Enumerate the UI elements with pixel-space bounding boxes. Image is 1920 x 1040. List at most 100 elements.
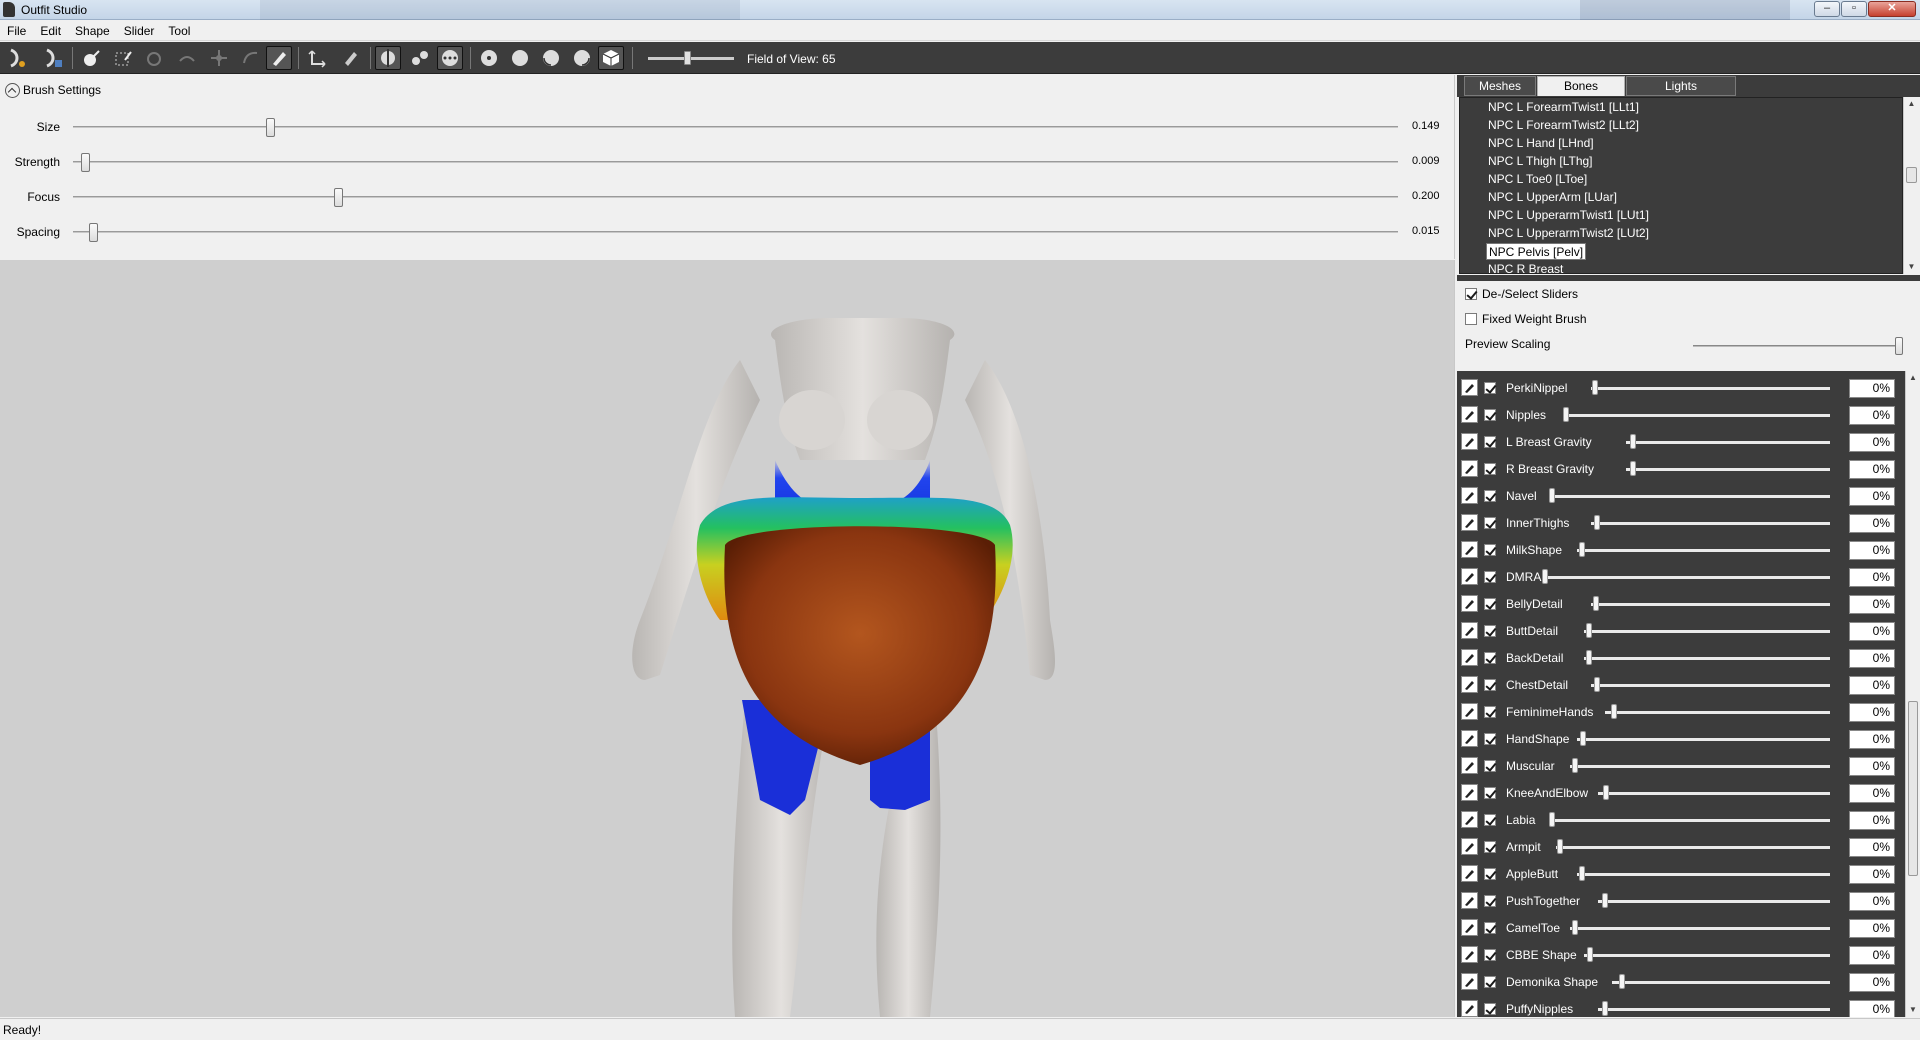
slider-track[interactable] [1577, 873, 1830, 876]
collapse-icon[interactable] [5, 82, 20, 98]
slider-track[interactable] [1612, 981, 1830, 984]
slider-value-field[interactable]: 0% [1849, 784, 1895, 803]
slider-track[interactable] [1591, 603, 1830, 606]
slider-track[interactable] [1598, 1008, 1830, 1011]
bone-item[interactable]: NPC L ForearmTwist1 [LLt1] [1486, 99, 1641, 116]
slider-value-field[interactable]: 0% [1849, 892, 1895, 911]
slider-value-field[interactable]: 0% [1849, 838, 1895, 857]
slider-checkbox[interactable] [1484, 571, 1496, 583]
bone-item[interactable]: NPC L Thigh [LThg] [1486, 153, 1595, 170]
menu-file[interactable]: File [0, 21, 33, 38]
global-brush-icon[interactable] [437, 46, 463, 70]
slider-value-field[interactable]: 0% [1849, 973, 1895, 992]
slider-thumb[interactable] [1594, 677, 1600, 692]
bones-scroll-knob[interactable] [1906, 167, 1917, 183]
slider-value-field[interactable]: 0% [1849, 487, 1895, 506]
slider-value-field[interactable]: 0% [1849, 460, 1895, 479]
tab-lights[interactable]: Lights [1626, 76, 1736, 96]
scroll-up-icon[interactable]: ▲ [1906, 371, 1920, 385]
view-back-icon[interactable] [507, 46, 533, 70]
view-front-icon[interactable] [476, 46, 502, 70]
bone-item[interactable]: NPC L Hand [LHnd] [1486, 135, 1596, 152]
slider-checkbox[interactable] [1484, 382, 1496, 394]
slider-value-field[interactable]: 0% [1849, 676, 1895, 695]
slider-track[interactable] [1584, 954, 1830, 957]
slider-value-field[interactable]: 0% [1849, 865, 1895, 884]
slider-track[interactable] [1626, 468, 1830, 471]
slider-checkbox[interactable] [1484, 949, 1496, 961]
slider-value-field[interactable]: 0% [1849, 379, 1895, 398]
select-brush-icon[interactable] [78, 46, 104, 70]
slider-value-field[interactable]: 0% [1849, 649, 1895, 668]
slider-brush-icon[interactable] [1461, 946, 1478, 963]
menu-edit[interactable]: Edit [33, 21, 68, 38]
x-mirror-icon[interactable] [375, 46, 401, 70]
slider-track[interactable] [1563, 414, 1830, 417]
slider-brush-icon[interactable] [1461, 730, 1478, 747]
perspective-toggle-icon[interactable] [598, 46, 624, 70]
slider-brush-icon[interactable] [1461, 514, 1478, 531]
slider-thumb[interactable] [1563, 407, 1569, 422]
slider-brush-icon[interactable] [1461, 865, 1478, 882]
slider-brush-icon[interactable] [1461, 757, 1478, 774]
slider-thumb[interactable] [1618, 974, 1625, 989]
slider-value-field[interactable]: 0% [1849, 730, 1895, 749]
menu-shape[interactable]: Shape [68, 21, 117, 38]
slider-track[interactable] [1591, 522, 1830, 525]
slider-brush-icon[interactable] [1461, 784, 1478, 801]
bone-item[interactable]: NPC L ForearmTwist2 [LLt2] [1486, 117, 1641, 134]
slider-thumb[interactable] [1586, 623, 1592, 638]
slider-checkbox[interactable] [1484, 463, 1496, 475]
bone-item[interactable]: NPC L UpperarmTwist2 [LUt2] [1486, 225, 1651, 242]
deselect-sliders-checkbox[interactable] [1465, 288, 1477, 300]
slider-brush-icon[interactable] [1461, 487, 1478, 504]
tab-meshes[interactable]: Meshes [1464, 76, 1536, 96]
slider-thumb[interactable] [1630, 461, 1636, 476]
slider-brush-icon[interactable] [1461, 568, 1478, 585]
slider-brush-icon[interactable] [1461, 676, 1478, 693]
bones-scrollbar[interactable]: ▲ ▼ [1903, 97, 1919, 274]
slider-thumb[interactable] [1586, 650, 1592, 665]
slider-track[interactable] [1570, 927, 1830, 930]
slider-checkbox[interactable] [1484, 733, 1496, 745]
slider-brush-icon[interactable] [1461, 622, 1478, 639]
brush-spacing-track[interactable] [73, 231, 1398, 233]
slider-thumb[interactable] [1549, 488, 1555, 503]
fixed-weight-checkbox[interactable] [1465, 313, 1477, 325]
slider-checkbox[interactable] [1484, 841, 1496, 853]
slider-brush-icon[interactable] [1461, 460, 1478, 477]
slider-track[interactable] [1598, 792, 1830, 795]
slider-checkbox[interactable] [1484, 517, 1496, 529]
slider-thumb[interactable] [1579, 866, 1585, 881]
slider-checkbox[interactable] [1484, 760, 1496, 772]
preview-scaling-thumb[interactable] [1895, 337, 1903, 355]
slider-value-field[interactable]: 0% [1849, 811, 1895, 830]
slider-checkbox[interactable] [1484, 436, 1496, 448]
slider-checkbox[interactable] [1484, 652, 1496, 664]
slider-thumb[interactable] [1572, 920, 1578, 935]
slider-checkbox[interactable] [1484, 787, 1496, 799]
new-project-icon[interactable] [4, 46, 30, 70]
slider-value-field[interactable]: 0% [1849, 703, 1895, 722]
slider-brush-icon[interactable] [1461, 919, 1478, 936]
slider-checkbox[interactable] [1484, 544, 1496, 556]
move-brush-icon[interactable] [206, 46, 232, 70]
slider-checkbox[interactable] [1484, 625, 1496, 637]
brush-strength-thumb[interactable] [80, 153, 90, 172]
preview-scaling-track[interactable] [1693, 345, 1901, 347]
slider-value-field[interactable]: 0% [1849, 595, 1895, 614]
inflate-brush-icon[interactable] [142, 46, 168, 70]
slider-value-field[interactable]: 0% [1849, 541, 1895, 560]
deflate-brush-icon[interactable] [174, 46, 200, 70]
slider-track[interactable] [1591, 684, 1830, 687]
slider-brush-icon[interactable] [1461, 811, 1478, 828]
slider-thumb[interactable] [1580, 731, 1586, 746]
weight-brush-icon[interactable] [266, 46, 292, 70]
sliders-scrollbar[interactable]: ▲ ▼ [1905, 371, 1920, 1017]
slider-track[interactable] [1570, 765, 1830, 768]
slider-checkbox[interactable] [1484, 1003, 1496, 1015]
slider-value-field[interactable]: 0% [1849, 514, 1895, 533]
close-button[interactable]: ✕ [1868, 1, 1916, 17]
scroll-down-icon[interactable]: ▼ [1906, 1003, 1920, 1017]
transform-tool-icon[interactable] [305, 46, 331, 70]
